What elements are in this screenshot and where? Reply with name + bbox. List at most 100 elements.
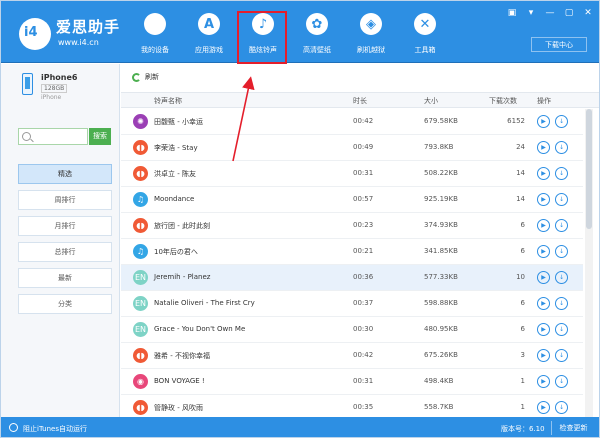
download-icon[interactable]: ↓ (555, 401, 568, 414)
ringtone-size: 508.22KB (424, 169, 458, 177)
logo-text: i4 (24, 25, 38, 40)
ringtone-name: 田馥甄 - 小幸运 (154, 118, 203, 126)
table-header: 铃声名称 时长 大小 下载次数 操作 (121, 92, 599, 108)
device-model: iPhone (41, 94, 62, 101)
ringtone-type-icon: ♫ (133, 192, 148, 207)
sidebar-item-monthly[interactable]: 月排行 (18, 216, 112, 236)
column-header-name[interactable]: 铃声名称 (154, 96, 182, 106)
ringtone-type-icon: ◖◗ (133, 218, 148, 233)
ringtone-name: Grace - You Don't Own Me (154, 325, 246, 333)
column-header-size[interactable]: 大小 (424, 96, 438, 106)
ringtone-type-icon: EN (133, 322, 148, 337)
nav-flash-jailbreak[interactable]: ◈ 刷机越狱 (345, 13, 397, 61)
ringtone-duration: 00:37 (353, 299, 374, 307)
itunes-block-toggle[interactable] (9, 423, 18, 432)
ringtone-row[interactable]: ♫ Moondance 00:57 925.19KB 14 ▶ ↓ (121, 187, 583, 213)
ringtone-row[interactable]: ✺ 田馥甄 - 小幸运 00:42 679.58KB 6152 ▶ ↓ (121, 109, 583, 135)
maximize-icon[interactable]: ▢ (564, 8, 574, 18)
ringtone-row[interactable]: ◖◗ 雅希 - 不视你幸福 00:42 675.26KB 3 ▶ ↓ (121, 343, 583, 369)
ringtone-size: 577.33KB (424, 273, 458, 281)
download-icon[interactable]: ↓ (555, 297, 568, 310)
ringtone-downloads: 10 (516, 273, 525, 281)
app-store-icon: A (198, 13, 220, 35)
sidebar-item-weekly[interactable]: 周排行 (18, 190, 112, 210)
download-center-button[interactable]: 下载中心 (531, 37, 587, 52)
nav-wallpapers[interactable]: ✿ 高清壁纸 (291, 13, 343, 61)
ringtone-row[interactable]: ♫ 10年后の君へ 00:21 341.85KB 6 ▶ ↓ (121, 239, 583, 265)
download-icon[interactable]: ↓ (555, 219, 568, 232)
scrollbar[interactable] (585, 109, 593, 417)
ringtone-downloads: 6152 (507, 117, 525, 125)
play-icon[interactable]: ▶ (537, 375, 550, 388)
play-icon[interactable]: ▶ (537, 401, 550, 414)
sidebar-item-newest[interactable]: 最新 (18, 268, 112, 288)
ringtone-size: 679.58KB (424, 117, 458, 125)
play-icon[interactable]: ▶ (537, 141, 550, 154)
download-icon[interactable]: ↓ (555, 375, 568, 388)
close-icon[interactable]: ✕ (583, 8, 593, 18)
ringtone-name: Moondance (154, 195, 195, 203)
download-icon[interactable]: ↓ (555, 141, 568, 154)
refresh-icon (132, 72, 141, 82)
sidebar-item-categories[interactable]: 分类 (18, 294, 112, 314)
nav-toolbox[interactable]: ✕ 工具箱 (399, 13, 451, 61)
nav-label: 应用游戏 (195, 46, 223, 54)
ringtone-duration: 00:42 (353, 117, 374, 125)
ringtone-row[interactable]: ◖◗ 旅行团 - 此时此刻 00:23 374.93KB 6 ▶ ↓ (121, 213, 583, 239)
search-button[interactable]: 搜索 (89, 128, 111, 145)
refresh-button[interactable]: 刷新 (132, 72, 159, 82)
download-icon[interactable]: ↓ (555, 115, 568, 128)
play-icon[interactable]: ▶ (537, 349, 550, 362)
ringtone-type-icon: EN (133, 296, 148, 311)
ringtone-duration: 00:30 (353, 325, 374, 333)
play-icon[interactable]: ▶ (537, 245, 550, 258)
title-bar: i4 爱思助手 www.i4.cn 我的设备 A 应用游戏 ♪ 酷炫铃声 ✿ 高… (1, 1, 599, 63)
ringtone-size: 374.93KB (424, 221, 458, 229)
download-icon[interactable]: ↓ (555, 167, 568, 180)
sidebar-item-overall[interactable]: 总排行 (18, 242, 112, 262)
feedback-icon[interactable]: ▣ (507, 8, 517, 18)
play-icon[interactable]: ▶ (537, 271, 550, 284)
download-icon[interactable]: ↓ (555, 323, 568, 336)
download-icon[interactable]: ↓ (555, 271, 568, 284)
ringtone-row[interactable]: EN Natalie Oliveri - The First Cry 00:37 59… (121, 291, 583, 317)
ringtone-row[interactable]: ◉ BON VOYAGE ! 00:31 498.4KB 1 ▶ ↓ (121, 369, 583, 395)
download-icon[interactable]: ↓ (555, 193, 568, 206)
status-bar: 阻止iTunes自动运行 版本号：6.10 检查更新 (1, 417, 599, 437)
column-header-downloads[interactable]: 下载次数 (489, 96, 517, 106)
ringtone-row[interactable]: EN Grace - You Don't Own Me 00:30 480.95KB 6… (121, 317, 583, 343)
search-icon (22, 132, 31, 141)
check-update-button[interactable]: 检查更新 (551, 421, 595, 435)
ringtone-list: ✺ 田馥甄 - 小幸运 00:42 679.58KB 6152 ▶ ↓ ◖◗ 李荣浩 - Sta… (121, 109, 583, 421)
ringtone-panel: 刷新 铃声名称 时长 大小 下载次数 操作 ✺ 田馥甄 - 小幸运 00:42 679… (121, 64, 599, 421)
minimize-icon[interactable]: — (545, 8, 555, 18)
ringtone-type-icon: ♫ (133, 244, 148, 259)
play-icon[interactable]: ▶ (537, 323, 550, 336)
sidebar: iPhone6 128GB iPhone 搜索 精选 周排行 月排行 总排行 最… (1, 64, 120, 417)
play-icon[interactable]: ▶ (537, 167, 550, 180)
ringtone-row[interactable]: ◖◗ 李荣浩 - Stay 00:49 793.8KB 24 ▶ ↓ (121, 135, 583, 161)
nav-label: 高清壁纸 (303, 46, 331, 54)
nav-my-device[interactable]: 我的设备 (129, 13, 181, 61)
nav-apps-games[interactable]: A 应用游戏 (183, 13, 235, 61)
play-icon[interactable]: ▶ (537, 193, 550, 206)
play-icon[interactable]: ▶ (537, 219, 550, 232)
play-icon[interactable]: ▶ (537, 297, 550, 310)
scrollbar-thumb[interactable] (586, 109, 592, 229)
download-icon[interactable]: ↓ (555, 245, 568, 258)
nav-label: 工具箱 (414, 46, 436, 54)
ringtone-row[interactable]: ◖◗ 洪卓立 - 陈友 00:31 508.22KB 14 ▶ ↓ (121, 161, 583, 187)
search-input[interactable] (33, 130, 87, 143)
ringtone-type-icon: ◖◗ (133, 348, 148, 363)
column-header-duration[interactable]: 时长 (353, 96, 367, 106)
ringtone-downloads: 1 (520, 403, 525, 411)
sidebar-item-featured[interactable]: 精选 (18, 164, 112, 184)
device-name: iPhone6 (41, 73, 78, 82)
ringtone-row[interactable]: EN Jeremih - Planez 00:36 577.33KB 10 ▶ ↓ (121, 265, 583, 291)
menu-icon[interactable]: ▾ (526, 8, 536, 18)
ringtone-name: 雅希 - 不视你幸福 (154, 352, 210, 360)
ringtone-size: 598.88KB (424, 299, 458, 307)
ringtone-downloads: 14 (516, 169, 525, 177)
download-icon[interactable]: ↓ (555, 349, 568, 362)
play-icon[interactable]: ▶ (537, 115, 550, 128)
